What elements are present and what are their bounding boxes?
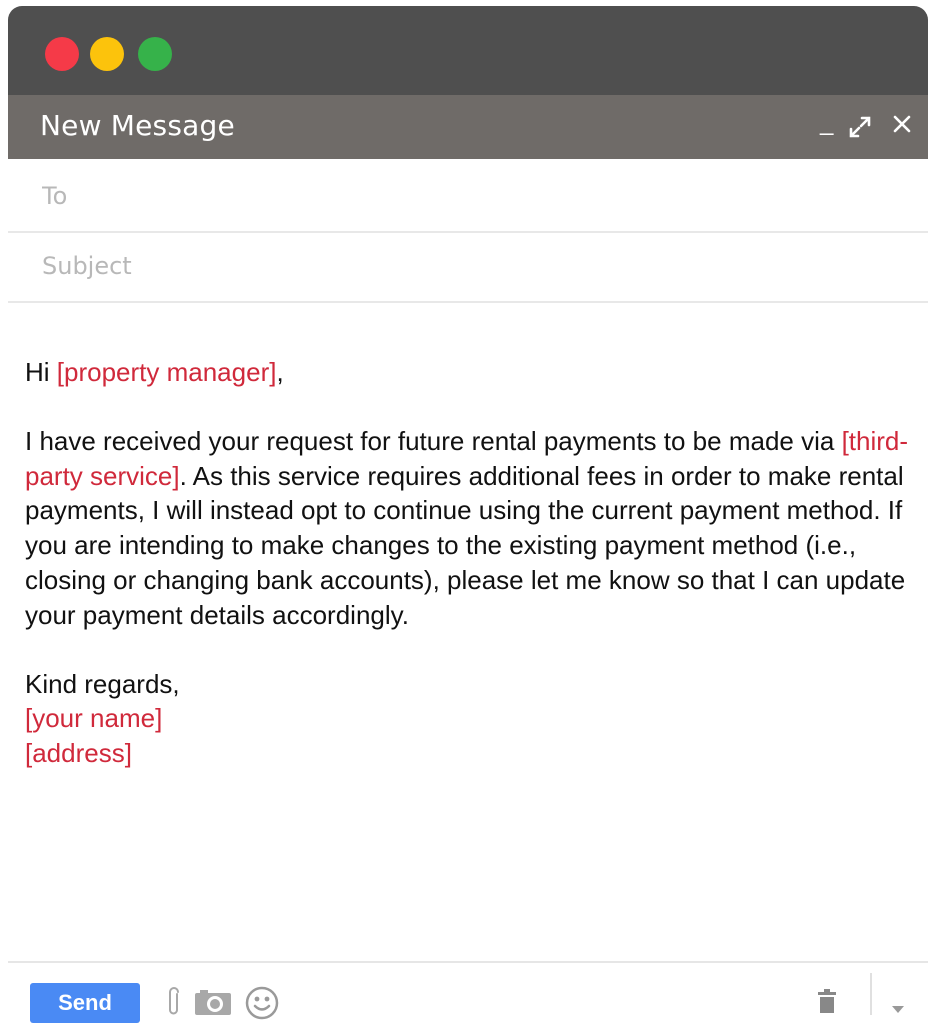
zoom-window-button[interactable] (138, 37, 172, 71)
camera-icon[interactable] (194, 989, 234, 1022)
close-window-button[interactable] (45, 37, 79, 71)
recipient-placeholder: [property manager] (56, 357, 277, 387)
greeting-line: Hi [property manager], (25, 355, 925, 390)
paragraph-part-1: I have received your request for future … (25, 425, 842, 456)
footer-divider (870, 973, 872, 1015)
subject-input[interactable] (40, 247, 904, 285)
signature-name: [your name] (25, 703, 163, 734)
compose-footer: Send (8, 961, 928, 1023)
signature-address: [address] (25, 738, 132, 769)
greeting-prefix: Hi (25, 357, 57, 387)
window-titlebar (8, 6, 928, 95)
dropdown-arrow-icon[interactable] (892, 1001, 904, 1019)
expand-icon[interactable] (848, 115, 872, 144)
emoji-icon[interactable] (244, 985, 280, 1023)
send-button[interactable]: Send (30, 983, 140, 1023)
compose-header: New Message _ (8, 95, 928, 159)
compose-window: New Message _ Hi [property manager], I h… (8, 6, 928, 1023)
paperclip-icon[interactable] (166, 985, 182, 1023)
close-icon[interactable] (892, 114, 912, 139)
minimize-window-button[interactable] (90, 37, 124, 71)
to-field-row (8, 161, 928, 233)
compose-title: New Message (40, 109, 235, 142)
subject-field-row (8, 231, 928, 303)
message-body[interactable]: Hi [property manager], I have received y… (25, 355, 925, 771)
main-paragraph: I have received your request for future … (25, 424, 925, 633)
minimize-icon[interactable]: _ (820, 111, 833, 135)
closing-line: Kind regards, (25, 668, 180, 699)
to-input[interactable] (40, 177, 904, 215)
greeting-suffix: , (276, 357, 284, 387)
trash-icon[interactable] (818, 989, 836, 1018)
